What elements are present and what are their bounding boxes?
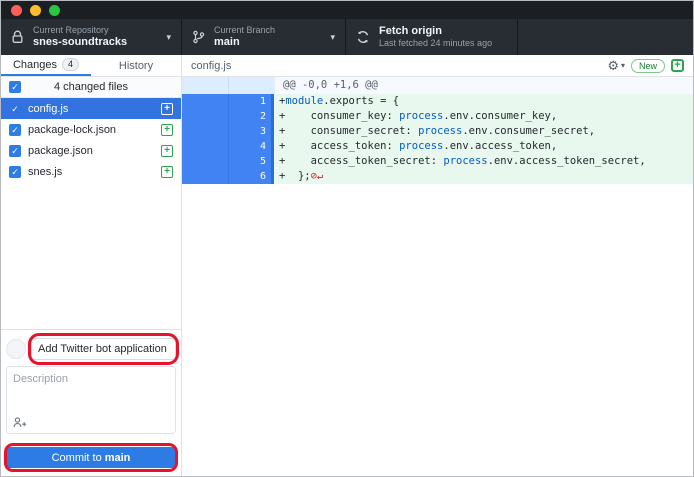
diff-gutter-new[interactable]: 6 <box>228 169 274 184</box>
diff-code-line: + access_token_secret: process.env.acces… <box>274 154 693 169</box>
file-row-snes.js[interactable]: ✓ snes.js + <box>1 161 181 182</box>
diff-gutter-old[interactable] <box>182 109 228 124</box>
hunk-header-text: @@ -0,0 +1,6 @@ <box>274 77 693 94</box>
file-status-added-icon: + <box>161 103 173 115</box>
hunk-gutter-old <box>182 77 228 94</box>
fetch-subtitle: Last fetched 24 minutes ago <box>379 38 492 49</box>
repository-name: snes-soundtracks <box>33 36 127 49</box>
current-branch-dropdown[interactable]: Current Branch main ▾ <box>182 19 346 55</box>
current-repository-dropdown[interactable]: Current Repository snes-soundtracks ▾ <box>1 19 182 55</box>
diff-gutter-old[interactable] <box>182 139 228 154</box>
sidebar-tabs: Changes 4 History <box>1 55 181 77</box>
tab-changes-label: Changes <box>13 59 57 71</box>
commit-description-input[interactable] <box>7 367 175 411</box>
diff-lines: 1+module.exports = {2+ consumer_key: pro… <box>182 94 693 184</box>
fetch-title: Fetch origin <box>379 25 492 38</box>
hunk-header-row: @@ -0,0 +1,6 @@ <box>182 77 693 94</box>
diff-gutter-old[interactable] <box>182 94 228 109</box>
branch-name: main <box>214 36 275 49</box>
gear-icon: ⚙ <box>607 59 619 72</box>
file-checkbox[interactable]: ✓ <box>9 124 21 136</box>
diff-gutter-old[interactable] <box>182 124 228 139</box>
diff-code-line: + access_token: process.env.access_token… <box>274 139 693 154</box>
diff-header: config.js ⚙ ▾ New + <box>182 55 693 77</box>
diff-line-5[interactable]: 5+ access_token_secret: process.env.acce… <box>182 154 693 169</box>
close-button[interactable] <box>11 5 22 16</box>
diff-options-button[interactable]: ⚙ ▾ <box>607 59 625 72</box>
file-name: package.json <box>28 145 154 157</box>
fetch-origin-button[interactable]: Fetch origin Last fetched 24 minutes ago <box>346 19 518 55</box>
sidebar: Changes 4 History ✓ 4 changed files ✓ con… <box>1 55 182 476</box>
toolbar-empty-area <box>518 19 693 55</box>
diff-line-3[interactable]: 3+ consumer_secret: process.env.consumer… <box>182 124 693 139</box>
file-name: snes.js <box>28 166 154 178</box>
diff-code-line: +module.exports = { <box>274 94 693 109</box>
lock-icon <box>11 30 24 44</box>
diff-gutter-new[interactable]: 4 <box>228 139 274 154</box>
commit-form: Commit to main <box>1 329 181 476</box>
commit-button-prefix: Commit to <box>52 452 102 464</box>
commit-button-wrap: Commit to main <box>6 447 176 468</box>
diff-line-1[interactable]: 1+module.exports = { <box>182 94 693 109</box>
diff-line-4[interactable]: 4+ access_token: process.env.access_toke… <box>182 139 693 154</box>
maximize-button[interactable] <box>49 5 60 16</box>
diff-gutter-new[interactable]: 2 <box>228 109 274 124</box>
file-status-added-icon: + <box>161 166 173 178</box>
commit-summary-input[interactable] <box>31 338 176 360</box>
avatar <box>6 339 26 359</box>
diff-gutter-new[interactable]: 5 <box>228 154 274 169</box>
titlebar <box>1 1 693 19</box>
commit-summary-row <box>6 338 176 360</box>
tab-changes[interactable]: Changes 4 <box>1 55 91 76</box>
toolbar: Current Repository snes-soundtracks ▾ Cu… <box>1 19 693 55</box>
changed-files-header: ✓ 4 changed files <box>1 77 181 98</box>
file-checkbox[interactable]: ✓ <box>9 166 21 178</box>
changed-files-count: 4 changed files <box>1 81 181 93</box>
diff-gutter-old[interactable] <box>182 169 228 184</box>
file-name: package-lock.json <box>28 124 154 136</box>
file-checkbox[interactable]: ✓ <box>9 103 21 115</box>
changes-count-badge: 4 <box>62 58 79 71</box>
chevron-down-icon: ▾ <box>158 32 171 43</box>
file-row-package-lock.json[interactable]: ✓ package-lock.json + <box>1 119 181 140</box>
diff-line-6[interactable]: 6+ };⊘↵ <box>182 169 693 184</box>
commit-summary-wrap <box>31 338 176 360</box>
file-name: config.js <box>28 103 154 115</box>
minimize-button[interactable] <box>30 5 41 16</box>
commit-button[interactable]: Commit to main <box>6 447 176 468</box>
diff-code-line: + };⊘↵ <box>274 169 693 184</box>
diff-code-line: + consumer_key: process.env.consumer_key… <box>274 109 693 124</box>
branch-label: Current Branch <box>214 25 275 36</box>
diff-line-2[interactable]: 2+ consumer_key: process.env.consumer_ke… <box>182 109 693 124</box>
diff-file-name: config.js <box>191 60 607 72</box>
hunk-gutter-new <box>228 77 274 94</box>
chevron-down-icon: ▾ <box>621 61 625 70</box>
main-content: Changes 4 History ✓ 4 changed files ✓ con… <box>1 55 693 476</box>
add-coauthor-icon[interactable] <box>13 417 27 428</box>
chevron-down-icon: ▾ <box>322 32 335 43</box>
tab-history[interactable]: History <box>91 55 181 76</box>
tab-history-label: History <box>119 60 153 72</box>
changed-files-list: ✓ config.js + ✓ package-lock.json + ✓ package.j… <box>1 98 181 329</box>
file-added-icon[interactable]: + <box>671 59 684 72</box>
commit-button-branch: main <box>105 452 131 464</box>
diff-gutter-new[interactable]: 3 <box>228 124 274 139</box>
file-status-added-icon: + <box>161 145 173 157</box>
diff-panel: config.js ⚙ ▾ New + @@ -0,0 +1,6 @@ 1+mo… <box>182 55 693 476</box>
file-row-package.json[interactable]: ✓ package.json + <box>1 140 181 161</box>
diff-code-line: + consumer_secret: process.env.consumer_… <box>274 124 693 139</box>
file-row-config.js[interactable]: ✓ config.js + <box>1 98 181 119</box>
git-branch-icon <box>192 30 205 44</box>
commit-description-box <box>6 366 176 434</box>
repository-label: Current Repository <box>33 25 127 36</box>
file-checkbox[interactable]: ✓ <box>9 145 21 157</box>
diff-gutter-new[interactable]: 1 <box>228 94 274 109</box>
diff-gutter-old[interactable] <box>182 154 228 169</box>
sync-icon <box>356 30 370 44</box>
diff-header-actions: ⚙ ▾ New + <box>607 59 684 73</box>
new-file-badge: New <box>631 59 665 73</box>
file-status-added-icon: + <box>161 124 173 136</box>
github-desktop-window: Current Repository snes-soundtracks ▾ Cu… <box>0 0 694 477</box>
